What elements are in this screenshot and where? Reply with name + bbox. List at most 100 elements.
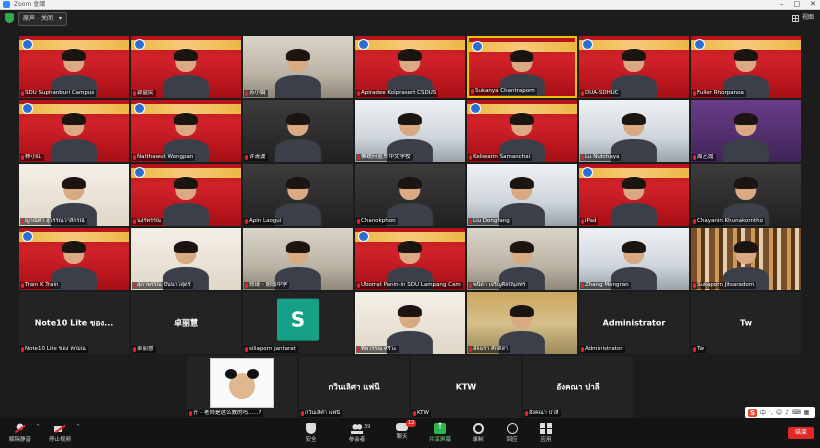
participant-tile[interactable]: ทิพวรรณ ศรีวะ <box>355 292 465 354</box>
participant-name-label: นงรพรรณ <box>132 218 164 225</box>
participant-tile[interactable]: SDU Suphanburi Campus <box>19 36 129 98</box>
participant-tile[interactable]: Fuller Rhorpanoa <box>691 36 801 98</box>
participant-display-name: 卓丽慧 <box>174 318 198 328</box>
participant-tile[interactable]: สุภาพรรณ ปั่นนาวสุดร์ <box>131 228 241 290</box>
apps-button[interactable]: 应用 <box>526 418 566 448</box>
participant-name-label: 佛统府盛东中文学校 <box>356 154 413 161</box>
participant-tile[interactable]: พนิตา เจริญศิลป์นุลทร <box>467 228 577 290</box>
view-button[interactable]: 视图 <box>791 12 814 24</box>
participant-tile[interactable]: Chanokphon <box>355 164 465 226</box>
microphone-muted-icon <box>14 423 26 434</box>
participant-tile[interactable]: 许清波 <box>243 100 353 162</box>
share-screen-icon <box>434 422 446 434</box>
share-screen-button[interactable]: 共享屏幕 <box>420 418 460 448</box>
participant-tile[interactable]: กวินเลิศา แฟนี กวินเลิศา แฟนี <box>299 356 409 418</box>
participant-tile[interactable]: Chayanin Khunakorntho <box>691 164 801 226</box>
participant-name: ทิพวรรณ ศรีวะ <box>361 346 397 352</box>
participant-tile[interactable]: Zhang Mengran <box>579 228 689 290</box>
participant-tile[interactable]: Keliwarin Samanchai <box>467 100 577 162</box>
mic-muted-icon <box>357 347 360 352</box>
participant-tile[interactable]: อัจฉรา ศักดิ์สา <box>467 292 577 354</box>
participant-tile[interactable]: นงรพรรณ <box>131 164 241 226</box>
ime-keyboard-icon[interactable]: ⌨ <box>792 409 801 416</box>
language-interpretation-selector[interactable]: 原声 关闭 ▾ <box>18 12 68 26</box>
participant-tile[interactable]: Apiradee Kolprasert CSDUS <box>355 36 465 98</box>
participant-tile[interactable]: 苏小娟 <box>243 36 353 98</box>
participant-name: ญาณิศา สุวรรณวาสิกรณ์ <box>25 218 85 224</box>
participant-tile[interactable]: Administrator Administrator <box>579 292 689 354</box>
participant-tile[interactable]: 佛统府盛东中文学校 <box>355 100 465 162</box>
participant-name-label: Tw <box>692 346 706 353</box>
participant-tile[interactable]: Tw Tw <box>691 292 801 354</box>
mic-muted-icon <box>189 411 192 416</box>
participant-tile[interactable]: Note10 Lite ของ... Note10 Lite ของ หกมณ <box>19 292 129 354</box>
participant-display-name: กวินเลิศา แฟนี <box>328 382 380 392</box>
participant-tile[interactable]: 郭益民 <box>131 36 241 98</box>
chat-button[interactable]: 12 聊天 <box>382 418 422 448</box>
participant-display-name: Administrator <box>602 318 666 328</box>
participant-name: 许清波 <box>249 154 266 160</box>
ime-mic-icon[interactable]: ♪ <box>785 409 789 416</box>
participant-name-label: Sukaporn Jitsaradorn <box>692 282 757 289</box>
encryption-shield-icon[interactable] <box>5 13 14 23</box>
participant-name-label: Sukanya Chantraporn <box>470 88 537 95</box>
ime-menu-icon[interactable]: ▦ <box>804 409 810 416</box>
participant-name: 卓丽慧 <box>137 346 154 352</box>
participant-tile[interactable]: KTW KTW <box>411 356 521 418</box>
participant-tile[interactable]: Sukaporn Jitsaradorn <box>691 228 801 290</box>
participant-tile[interactable]: 卓丽慧 卓丽慧 <box>131 292 241 354</box>
end-meeting-button[interactable]: 结束 <box>788 427 814 439</box>
participant-name: Tw <box>697 346 704 352</box>
participant-tile[interactable]: Uborrat Panin-in SDU Lampang Cam <box>355 228 465 290</box>
participant-name: อังคณา ปาลี <box>529 410 559 416</box>
participant-name-label: DUA-SDHUC <box>580 90 621 97</box>
participant-name: Chayanin Khunakorntho <box>697 218 764 224</box>
minimize-icon[interactable]: – <box>780 0 784 9</box>
original-audio-label: 原声 <box>23 15 36 22</box>
mic-muted-icon <box>21 91 24 96</box>
participant-name: Train K Train <box>25 282 59 288</box>
ime-mode[interactable]: 中 <box>760 408 766 417</box>
meeting-info-bar: 原声 关闭 ▾ 视图 <box>0 10 820 26</box>
participant-tile[interactable]: Apin Laogui <box>243 164 353 226</box>
participant-name-label: 卓丽慧 <box>132 346 156 353</box>
participant-tile[interactable]: Train K Train <box>19 228 129 290</box>
participant-tile[interactable]: ญาณิศา สุวรรณวาสิกรณ์ <box>19 164 129 226</box>
mic-muted-icon <box>581 91 584 96</box>
participant-tile[interactable]: Liu Dongfang <box>467 164 577 226</box>
participant-tile[interactable]: Lu Nutchaya <box>579 100 689 162</box>
participant-tile[interactable]: iPad <box>579 164 689 226</box>
mic-muted-icon <box>469 347 472 352</box>
participant-tile[interactable]: 林小红 <box>19 100 129 162</box>
participant-name: Keliwarin Samanchai <box>473 154 531 160</box>
maximize-icon[interactable]: □ <box>794 0 801 9</box>
participant-tile[interactable]: Ssiliaporn jantarat <box>243 292 353 354</box>
mic-muted-icon <box>469 155 472 160</box>
stop-video-button[interactable]: 停止视频 <box>40 418 80 448</box>
ime-emoji-icon[interactable]: ☺ <box>776 409 782 416</box>
participant-tile[interactable]: 周艺霞 <box>691 100 801 162</box>
meeting-toolbar: 解除静音 ^ 停止视频 ^ 安全 39 参会者 12 聊天 共享屏幕 录制 回应… <box>0 418 820 448</box>
participant-tile[interactable]: Natthawut Wongpan <box>131 100 241 162</box>
participant-name: 齐 - 老师是这么教的吗......? <box>193 410 262 416</box>
mic-muted-icon <box>245 219 248 224</box>
participant-avatar: S <box>277 298 319 341</box>
participant-tile[interactable]: อังคณา ปาลี อังคณา ปาลี <box>523 356 633 418</box>
mic-muted-icon <box>21 283 24 288</box>
participant-tile[interactable]: Sukanya Chantraporn <box>467 36 577 98</box>
close-icon[interactable]: ✕ <box>810 0 816 9</box>
participant-name-label: พนิตา เจริญศิลป์นุลทร <box>468 282 528 289</box>
video-options-caret[interactable]: ^ <box>76 424 80 430</box>
participant-name-label: 郭益民 <box>132 90 156 97</box>
participant-tile[interactable]: 郑琦 - 閉頭中学 <box>243 228 353 290</box>
unmute-button[interactable]: 解除静音 <box>0 418 40 448</box>
participant-tile[interactable]: DUA-SDHUC <box>579 36 689 98</box>
participant-name-label: Lu Nutchaya <box>580 154 622 161</box>
ime-toolbar[interactable]: S 中 ·, ☺ ♪ ⌨ ▦ <box>745 407 815 418</box>
participant-tile[interactable]: 齐 - 老师是这么教的吗......? <box>187 356 297 418</box>
apps-grid-icon <box>540 423 552 434</box>
participant-name-label: Keliwarin Samanchai <box>468 154 533 161</box>
ime-punct-icon[interactable]: ·, <box>769 409 773 416</box>
participants-button[interactable]: 39 参会者 <box>337 418 377 448</box>
security-button[interactable]: 安全 <box>291 418 331 448</box>
